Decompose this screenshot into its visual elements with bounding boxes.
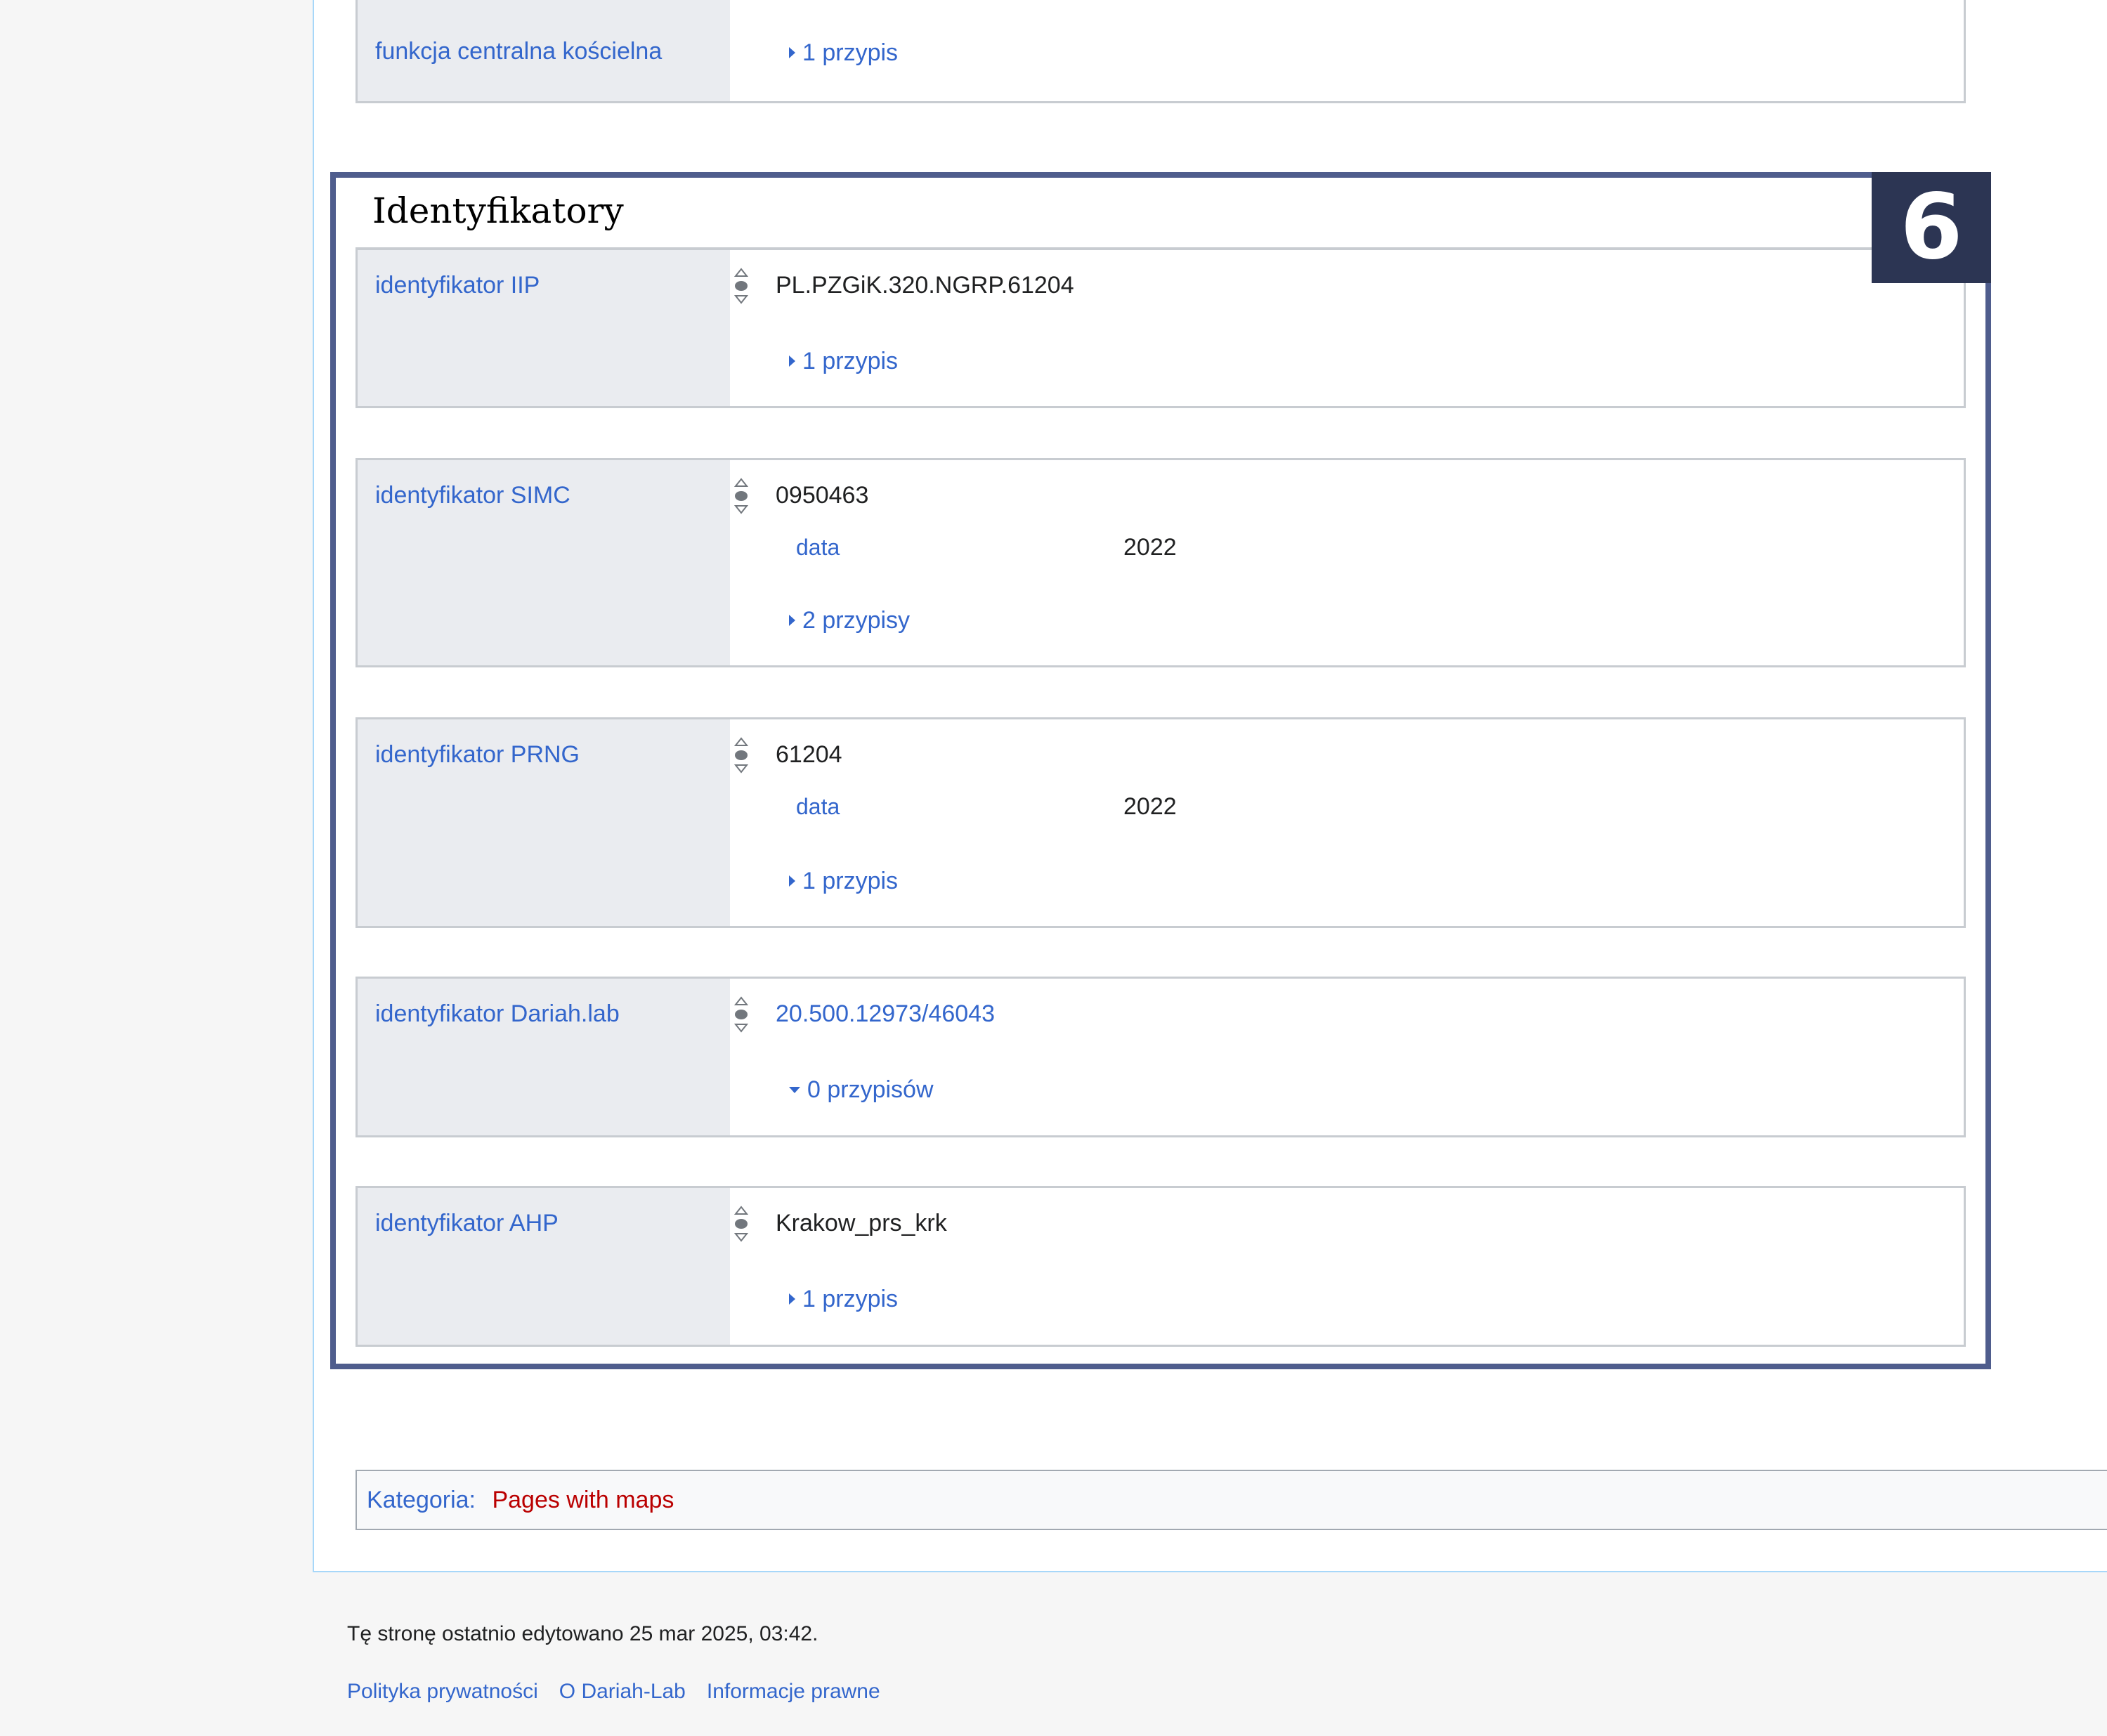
rank-normal-icon[interactable] bbox=[733, 267, 750, 305]
expand-triangle-icon bbox=[789, 47, 795, 58]
qualifier-property-link[interactable]: data bbox=[796, 792, 840, 821]
statement-identyfikator-prng: identyfikator PRNG 61204 data 2022 1 prz… bbox=[355, 717, 1966, 928]
statement-value-link[interactable]: 20.500.12973/46043 bbox=[776, 1000, 995, 1028]
expand-triangle-icon bbox=[789, 1293, 795, 1305]
footer-link-legal[interactable]: Informacje prawne bbox=[707, 1678, 880, 1706]
references-toggle[interactable]: 1 przypis bbox=[789, 1285, 898, 1313]
property-link[interactable]: identyfikator AHP bbox=[375, 1210, 559, 1236]
statement-identyfikator-ahp: identyfikator AHP Krakow_prs_krk 1 przyp… bbox=[355, 1186, 1966, 1347]
statement-identyfikator-simc: identyfikator SIMC 0950463 data 2022 2 p… bbox=[355, 458, 1966, 667]
category-label-link[interactable]: Kategoria: bbox=[367, 1487, 476, 1513]
references-toggle-label: 1 przypis bbox=[802, 868, 899, 894]
property-link[interactable]: identyfikator PRNG bbox=[375, 741, 580, 768]
references-toggle[interactable]: 0 przypisów bbox=[789, 1076, 934, 1104]
references-toggle[interactable]: 1 przypis bbox=[789, 867, 898, 895]
footer-link-about[interactable]: O Dariah-Lab bbox=[559, 1678, 686, 1706]
statement-property-cell: identyfikator IIP bbox=[358, 250, 730, 406]
statement-values: Krakow_prs_krk 1 przypis bbox=[730, 1188, 1964, 1345]
references-toggle-label: 0 przypisów bbox=[807, 1076, 934, 1103]
statement-values: 1 przypis bbox=[730, 0, 1964, 101]
rank-normal-icon[interactable] bbox=[733, 477, 750, 515]
references-toggle-label: 1 przypis bbox=[802, 1286, 899, 1312]
property-link[interactable]: identyfikator IIP bbox=[375, 272, 540, 299]
statement-value: 61204 bbox=[776, 741, 842, 768]
section-heading: Identyfikatory bbox=[372, 190, 624, 231]
statement-identyfikator-dariah-lab: identyfikator Dariah.lab 20.500.12973/46… bbox=[355, 977, 1966, 1137]
statement-values: PL.PZGiK.320.NGRP.61204 1 przypis bbox=[730, 250, 1964, 406]
category-separator: : bbox=[469, 1487, 476, 1513]
references-toggle[interactable]: 2 przypisy bbox=[789, 606, 910, 634]
category-label: Kategoria bbox=[367, 1487, 469, 1513]
property-link[interactable]: identyfikator Dariah.lab bbox=[375, 1000, 620, 1027]
qualifier-property-link[interactable]: data bbox=[796, 533, 840, 561]
footer-link-privacy[interactable]: Polityka prywatności bbox=[347, 1678, 538, 1706]
statement-property-cell: identyfikator SIMC bbox=[358, 460, 730, 665]
footer-links: Polityka prywatności O Dariah-Lab Inform… bbox=[347, 1678, 880, 1706]
references-toggle[interactable]: 1 przypis bbox=[789, 39, 898, 67]
qualifier-value: 2022 bbox=[1123, 534, 1177, 561]
category-links: Kategoria: Pages with maps bbox=[355, 1470, 2107, 1530]
statement-values: 61204 data 2022 1 przypis bbox=[730, 719, 1964, 926]
statement-identyfikator-iip: identyfikator IIP PL.PZGiK.320.NGRP.6120… bbox=[355, 248, 1966, 408]
statement-value: 0950463 bbox=[776, 482, 869, 509]
statement-value: Krakow_prs_krk bbox=[776, 1210, 947, 1236]
category-link-pages-with-maps[interactable]: Pages with maps bbox=[492, 1487, 674, 1513]
rank-normal-icon[interactable] bbox=[733, 1205, 750, 1243]
statement-property-cell: identyfikator PRNG bbox=[358, 719, 730, 926]
statement-funkcja-centralna: funkcja centralna kościelna 1 przypis bbox=[355, 0, 1966, 103]
references-toggle[interactable]: 1 przypis bbox=[789, 347, 898, 375]
statement-property-cell: identyfikator AHP bbox=[358, 1188, 730, 1345]
statement-value: PL.PZGiK.320.NGRP.61204 bbox=[776, 272, 1074, 299]
footer-last-edited: Tę stronę ostatnio edytowano 25 mar 2025… bbox=[347, 1622, 818, 1645]
qualifier-value: 2022 bbox=[1123, 793, 1177, 820]
rank-normal-icon[interactable] bbox=[733, 996, 750, 1033]
references-toggle-label: 1 przypis bbox=[802, 39, 899, 66]
property-link[interactable]: funkcja centralna kościelna bbox=[375, 38, 662, 65]
rank-normal-icon[interactable] bbox=[733, 736, 750, 774]
property-link[interactable]: identyfikator SIMC bbox=[375, 482, 570, 509]
annotation-number-badge: 6 bbox=[1872, 172, 1991, 283]
statement-property-cell: funkcja centralna kościelna bbox=[358, 0, 730, 101]
references-toggle-label: 1 przypis bbox=[802, 348, 899, 374]
statement-values: 0950463 data 2022 2 przypisy bbox=[730, 460, 1964, 665]
expand-triangle-icon bbox=[789, 875, 795, 887]
statement-property-cell: identyfikator Dariah.lab bbox=[358, 979, 730, 1135]
statement-values: 20.500.12973/46043 0 przypisów bbox=[730, 979, 1964, 1135]
collapse-triangle-icon bbox=[789, 1086, 800, 1093]
expand-triangle-icon bbox=[789, 615, 795, 626]
expand-triangle-icon bbox=[789, 355, 795, 367]
references-toggle-label: 2 przypisy bbox=[802, 607, 911, 634]
